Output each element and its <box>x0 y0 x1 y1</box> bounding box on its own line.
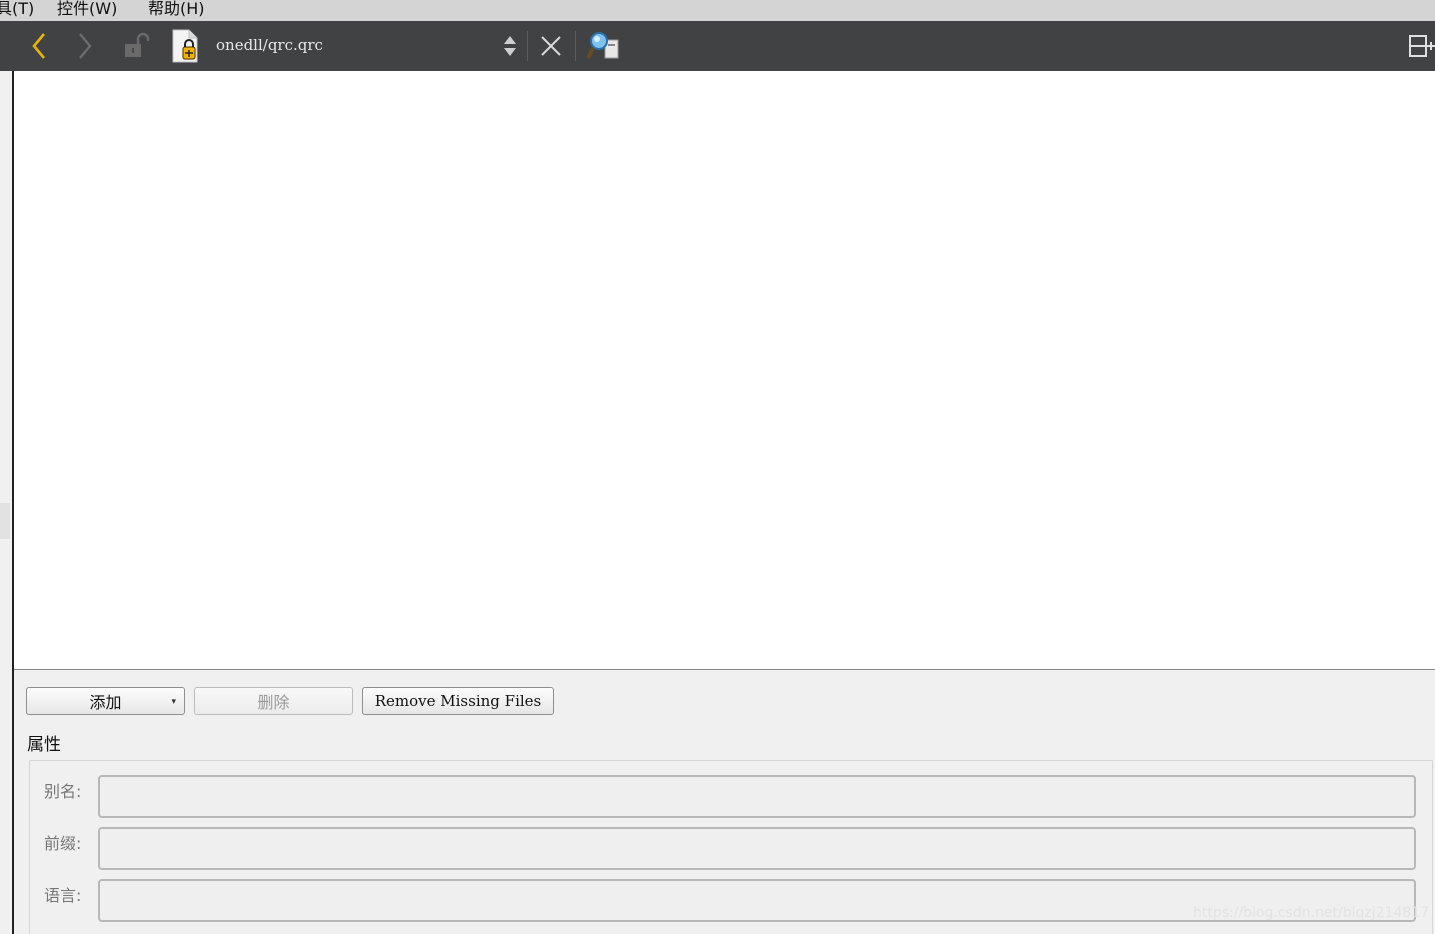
qrc-file-icon <box>168 21 202 71</box>
sort-updown-icon[interactable] <box>500 21 520 71</box>
forward-arrow-icon[interactable] <box>72 21 98 71</box>
split-add-icon[interactable] <box>1408 21 1435 71</box>
menu-tools[interactable]: 具(T) <box>0 0 34 19</box>
lock-icon[interactable] <box>120 21 152 71</box>
menu-bar: 具(T) 控件(W) 帮助(H) <box>0 0 1435 21</box>
close-icon[interactable] <box>538 21 564 71</box>
remove-missing-files-button[interactable]: Remove Missing Files <box>362 687 554 715</box>
language-label: 语言: <box>44 886 82 905</box>
delete-button-label: 删除 <box>257 693 290 712</box>
editor-toolbar: onedll/qrc.qrc <box>0 21 1435 71</box>
file-path-label[interactable]: onedll/qrc.qrc <box>216 36 323 54</box>
delete-button[interactable]: 删除 <box>194 687 353 715</box>
find-icon[interactable] <box>584 21 622 71</box>
menu-help[interactable]: 帮助(H) <box>148 0 205 19</box>
add-button[interactable]: 添加 ▾ <box>26 687 185 715</box>
remove-missing-files-label: Remove Missing Files <box>374 692 542 710</box>
resource-tree-view[interactable] <box>14 71 1435 669</box>
back-arrow-icon[interactable] <box>26 21 52 71</box>
toolbar-separator <box>575 31 576 61</box>
splitter-handle[interactable] <box>0 503 10 539</box>
dropdown-arrow-icon: ▾ <box>171 697 176 707</box>
watermark: https://blog.csdn.net/blqzj214817 <box>1193 905 1430 921</box>
alias-label: 别名: <box>44 782 82 801</box>
toolbar-separator <box>527 31 528 61</box>
prefix-field[interactable] <box>98 827 1416 870</box>
add-button-label: 添加 <box>89 693 122 712</box>
menu-controls[interactable]: 控件(W) <box>57 0 117 19</box>
alias-field[interactable] <box>98 775 1416 818</box>
prefix-label: 前缀: <box>44 834 82 853</box>
qt-creator-resource-editor: 具(T) 控件(W) 帮助(H) onedll/qrc.qrc 添加 ▾ 删除 … <box>0 0 1435 934</box>
properties-title: 属性 <box>27 735 61 755</box>
